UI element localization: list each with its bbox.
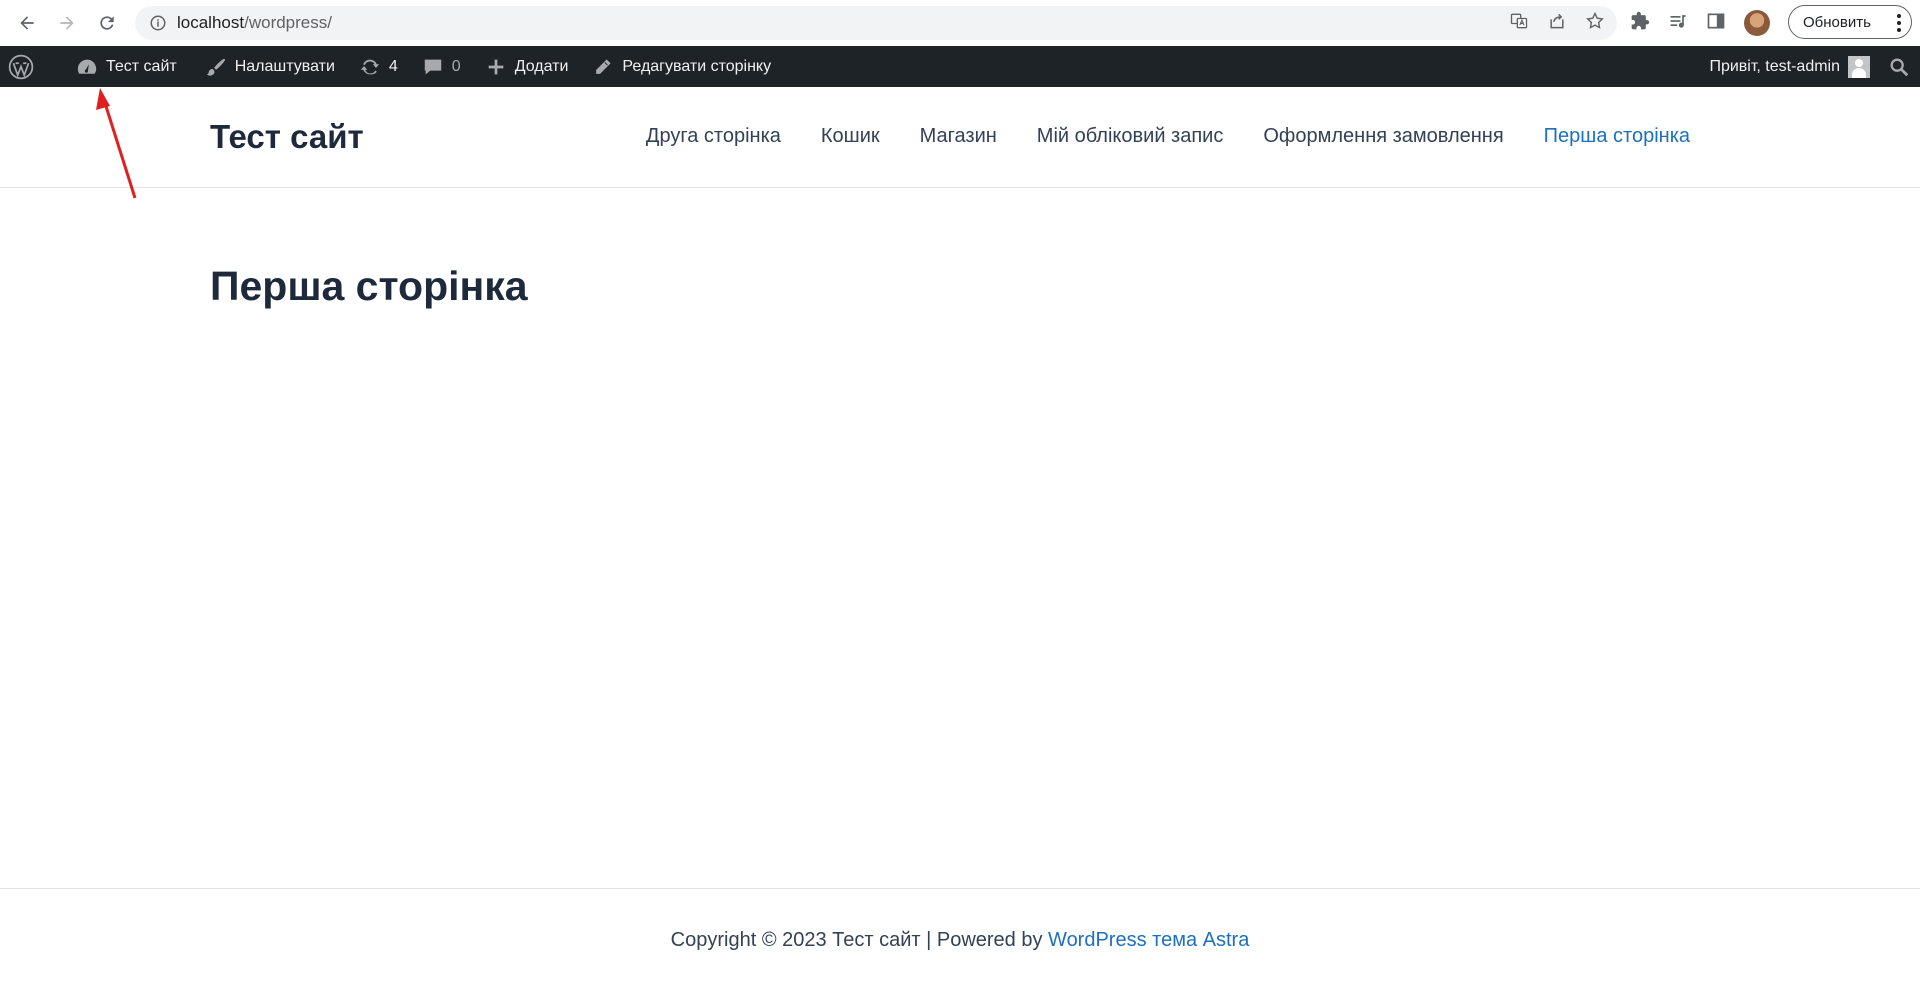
sidepanel-icon[interactable] [1706, 11, 1726, 36]
updates-icon [360, 59, 380, 74]
profile-avatar[interactable] [1744, 10, 1770, 36]
admin-greeting: Привіт, test-admin [1709, 57, 1840, 75]
comment-icon [424, 59, 442, 74]
admin-site-name-label: Тест сайт [106, 57, 177, 75]
admin-account[interactable]: Привіт, test-admin [1699, 46, 1888, 87]
extensions-icon[interactable] [1630, 11, 1650, 36]
admin-add-new-label: Додати [514, 57, 569, 75]
address-bar[interactable]: localhost/wordpress/ [135, 6, 1617, 40]
back-arrow-icon[interactable] [7, 3, 47, 43]
footer-copyright-prefix: Copyright © 2023 Тест сайт | Powered by [670, 929, 1049, 951]
wordpress-logo-icon[interactable] [0, 46, 44, 87]
menu-item-cart[interactable]: Кошик [821, 125, 880, 148]
translate-icon[interactable] [1509, 11, 1529, 36]
avatar [1848, 55, 1870, 78]
admin-edit-page[interactable]: Редагувати сторінку [582, 46, 781, 87]
media-icon[interactable] [1668, 11, 1688, 36]
url-path: /wordpress/ [244, 13, 332, 32]
update-button[interactable]: Обновить [1788, 5, 1912, 39]
annotation-arrow [96, 88, 137, 199]
url-text[interactable]: localhost/wordpress/ [177, 13, 332, 33]
admin-customize[interactable]: Налаштувати [195, 46, 345, 87]
menu-item-first-page[interactable]: Перша сторінка [1544, 125, 1690, 148]
menu-item-checkout[interactable]: Оформлення замовлення [1263, 125, 1503, 148]
share-icon[interactable] [1547, 11, 1567, 36]
admin-add-new[interactable]: Додати [475, 46, 579, 87]
page-title: Перша сторінка [210, 263, 528, 309]
info-icon[interactable] [147, 12, 169, 34]
admin-customize-label: Налаштувати [234, 57, 335, 75]
primary-menu: Друга сторінка Кошик Магазин Мій обліков… [646, 125, 1690, 148]
admin-updates[interactable]: 4 [349, 46, 408, 87]
site-header: Тест сайт Друга сторінка Кошик Магазин М… [0, 87, 1920, 188]
brush-icon [206, 58, 225, 76]
plus-icon [488, 59, 504, 74]
admin-comments[interactable]: 0 [412, 46, 471, 87]
dashboard-icon [77, 59, 97, 74]
url-host: localhost [177, 13, 245, 32]
footer-copyright: Copyright © 2023 Тест сайт | Powered by … [0, 929, 1920, 952]
menu-item-second-page[interactable]: Друга сторінка [646, 125, 781, 148]
admin-edit-page-label: Редагувати сторінку [622, 57, 772, 75]
site-footer: Copyright © 2023 Тест сайт | Powered by … [0, 888, 1920, 987]
footer-theme-link[interactable]: WordPress тема Astra [1048, 929, 1249, 951]
star-icon[interactable] [1585, 11, 1605, 36]
forward-arrow-icon[interactable] [47, 3, 87, 43]
update-button-label: Обновить [1803, 13, 1871, 31]
search-icon[interactable] [1888, 46, 1920, 87]
admin-updates-count: 4 [388, 57, 398, 75]
wp-admin-bar: Тест сайт Налаштувати 4 0 Додати Редагув… [0, 46, 1920, 87]
admin-comments-count: 0 [451, 57, 461, 75]
pencil-icon [595, 57, 613, 75]
menu-item-my-account[interactable]: Мій обліковий запис [1037, 125, 1224, 148]
site-title[interactable]: Тест сайт [210, 118, 364, 156]
menu-item-shop[interactable]: Магазин [920, 125, 997, 148]
reload-icon[interactable] [87, 3, 127, 43]
more-icon[interactable] [1897, 13, 1901, 33]
admin-site-name[interactable]: Тест сайт [66, 46, 187, 87]
